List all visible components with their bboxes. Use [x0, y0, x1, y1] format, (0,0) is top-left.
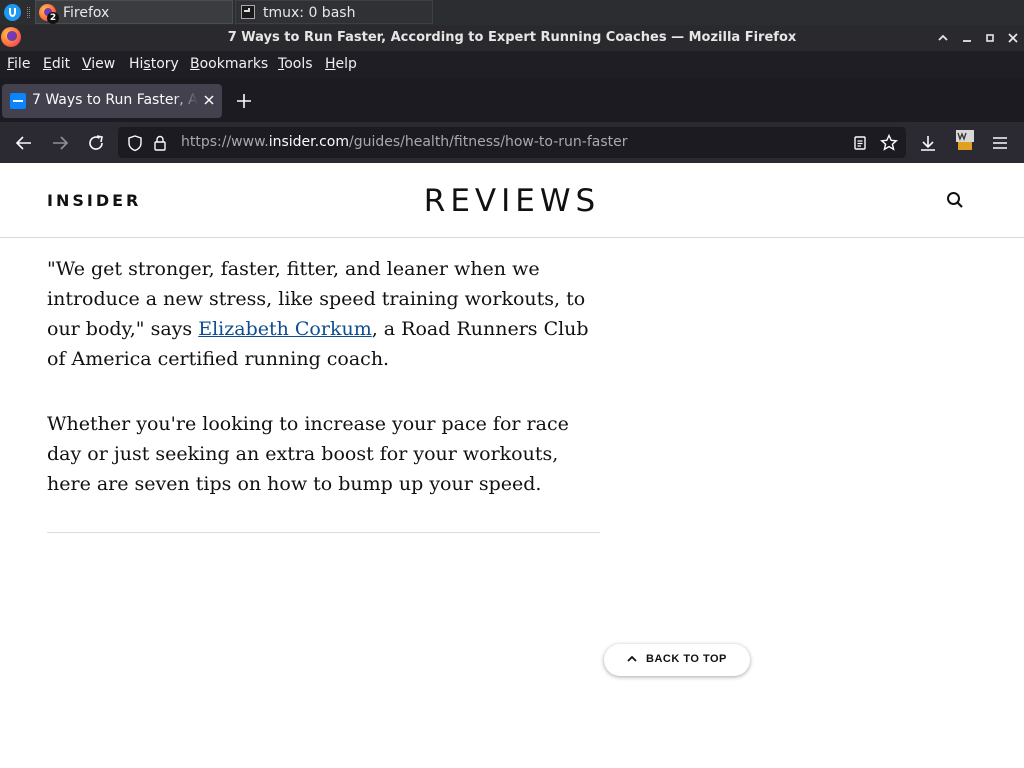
url-text[interactable]: https://www.insider.com/guides/health/fi…: [181, 134, 628, 150]
taskbar-task-tmux[interactable]: tmux: 0 bash: [235, 0, 433, 24]
download-icon: [921, 136, 935, 151]
taskbar-task-label: tmux: 0 bash: [263, 5, 356, 21]
back-button[interactable]: [13, 132, 35, 154]
menu-tools[interactable]: Tools: [278, 56, 313, 72]
app-menu-button[interactable]: [989, 132, 1011, 154]
close-icon[interactable]: [1004, 29, 1022, 47]
tab-close-icon[interactable]: [200, 91, 218, 109]
site-favicon-icon: [10, 93, 26, 109]
chevron-up-icon[interactable]: [934, 29, 952, 47]
menu-bookmarks[interactable]: Bookmarks: [190, 56, 268, 72]
menu-view[interactable]: View: [82, 56, 115, 72]
arrow-left-icon: [15, 136, 31, 150]
article-paragraph: Whether you're looking to increase your …: [47, 413, 569, 495]
minimize-icon[interactable]: [958, 29, 976, 47]
menubar: File Edit View History Bookmarks Tools H…: [0, 51, 1024, 78]
navigation-toolbar: https://www.insider.com/guides/health/fi…: [0, 122, 1024, 163]
new-tab-button[interactable]: [233, 90, 255, 112]
article-body: "We get stronger, faster, fitter, and le…: [47, 254, 607, 534]
taskbar: 2 Firefox tmux: 0 bash: [0, 0, 1024, 25]
system-menu-icon[interactable]: [4, 4, 21, 21]
downloads-button[interactable]: [917, 132, 939, 154]
window-count-badge: 2: [47, 12, 59, 24]
taskbar-handle-icon[interactable]: [27, 7, 30, 18]
hamburger-menu-icon: [993, 137, 1007, 149]
arrow-right-icon: [53, 136, 69, 150]
shield-icon[interactable]: [126, 134, 144, 152]
terminal-icon: [241, 5, 255, 19]
menu-file[interactable]: File: [7, 56, 30, 72]
back-to-top-label: BACK TO TOP: [646, 653, 727, 665]
site-search-button[interactable]: [944, 189, 966, 211]
reload-button[interactable]: [85, 132, 107, 154]
bookmark-star-icon[interactable]: [879, 133, 899, 153]
window-titlebar[interactable]: 7 Ways to Run Faster, According to Exper…: [0, 25, 1024, 51]
author-link[interactable]: Elizabeth Corkum: [198, 318, 372, 340]
tab-title: 7 Ways to Run Faster, According to Exper…: [32, 92, 198, 108]
extension-icon: [956, 130, 974, 150]
extension-button[interactable]: [954, 128, 976, 150]
search-icon: [947, 192, 963, 208]
section-divider: [47, 532, 600, 533]
lock-icon[interactable]: [151, 134, 169, 152]
article-paragraph: "We get stronger, faster, fitter, and le…: [47, 258, 589, 370]
menu-edit[interactable]: Edit: [43, 56, 70, 72]
reviews-logo[interactable]: REVIEWS: [0, 183, 1024, 219]
tab-active[interactable]: 7 Ways to Run Faster, According to Exper…: [2, 84, 222, 118]
plus-icon: [237, 94, 251, 108]
back-to-top-button[interactable]: BACK TO TOP: [604, 644, 750, 676]
tab-strip: 7 Ways to Run Faster, According to Exper…: [0, 78, 1024, 122]
site-header: INSIDER REVIEWS: [0, 163, 1024, 238]
url-bar[interactable]: https://www.insider.com/guides/health/fi…: [118, 127, 906, 158]
menu-history[interactable]: History: [129, 56, 179, 72]
menu-help[interactable]: Help: [325, 56, 357, 72]
taskbar-task-label: Firefox: [63, 5, 110, 21]
chevron-up-icon: [627, 655, 637, 662]
taskbar-task-firefox[interactable]: 2 Firefox: [35, 0, 233, 24]
reader-view-icon[interactable]: [851, 134, 869, 152]
reload-icon: [89, 135, 103, 150]
maximize-icon[interactable]: [981, 29, 999, 47]
window-title: 7 Ways to Run Faster, According to Exper…: [227, 30, 797, 45]
forward-button[interactable]: [49, 132, 71, 154]
